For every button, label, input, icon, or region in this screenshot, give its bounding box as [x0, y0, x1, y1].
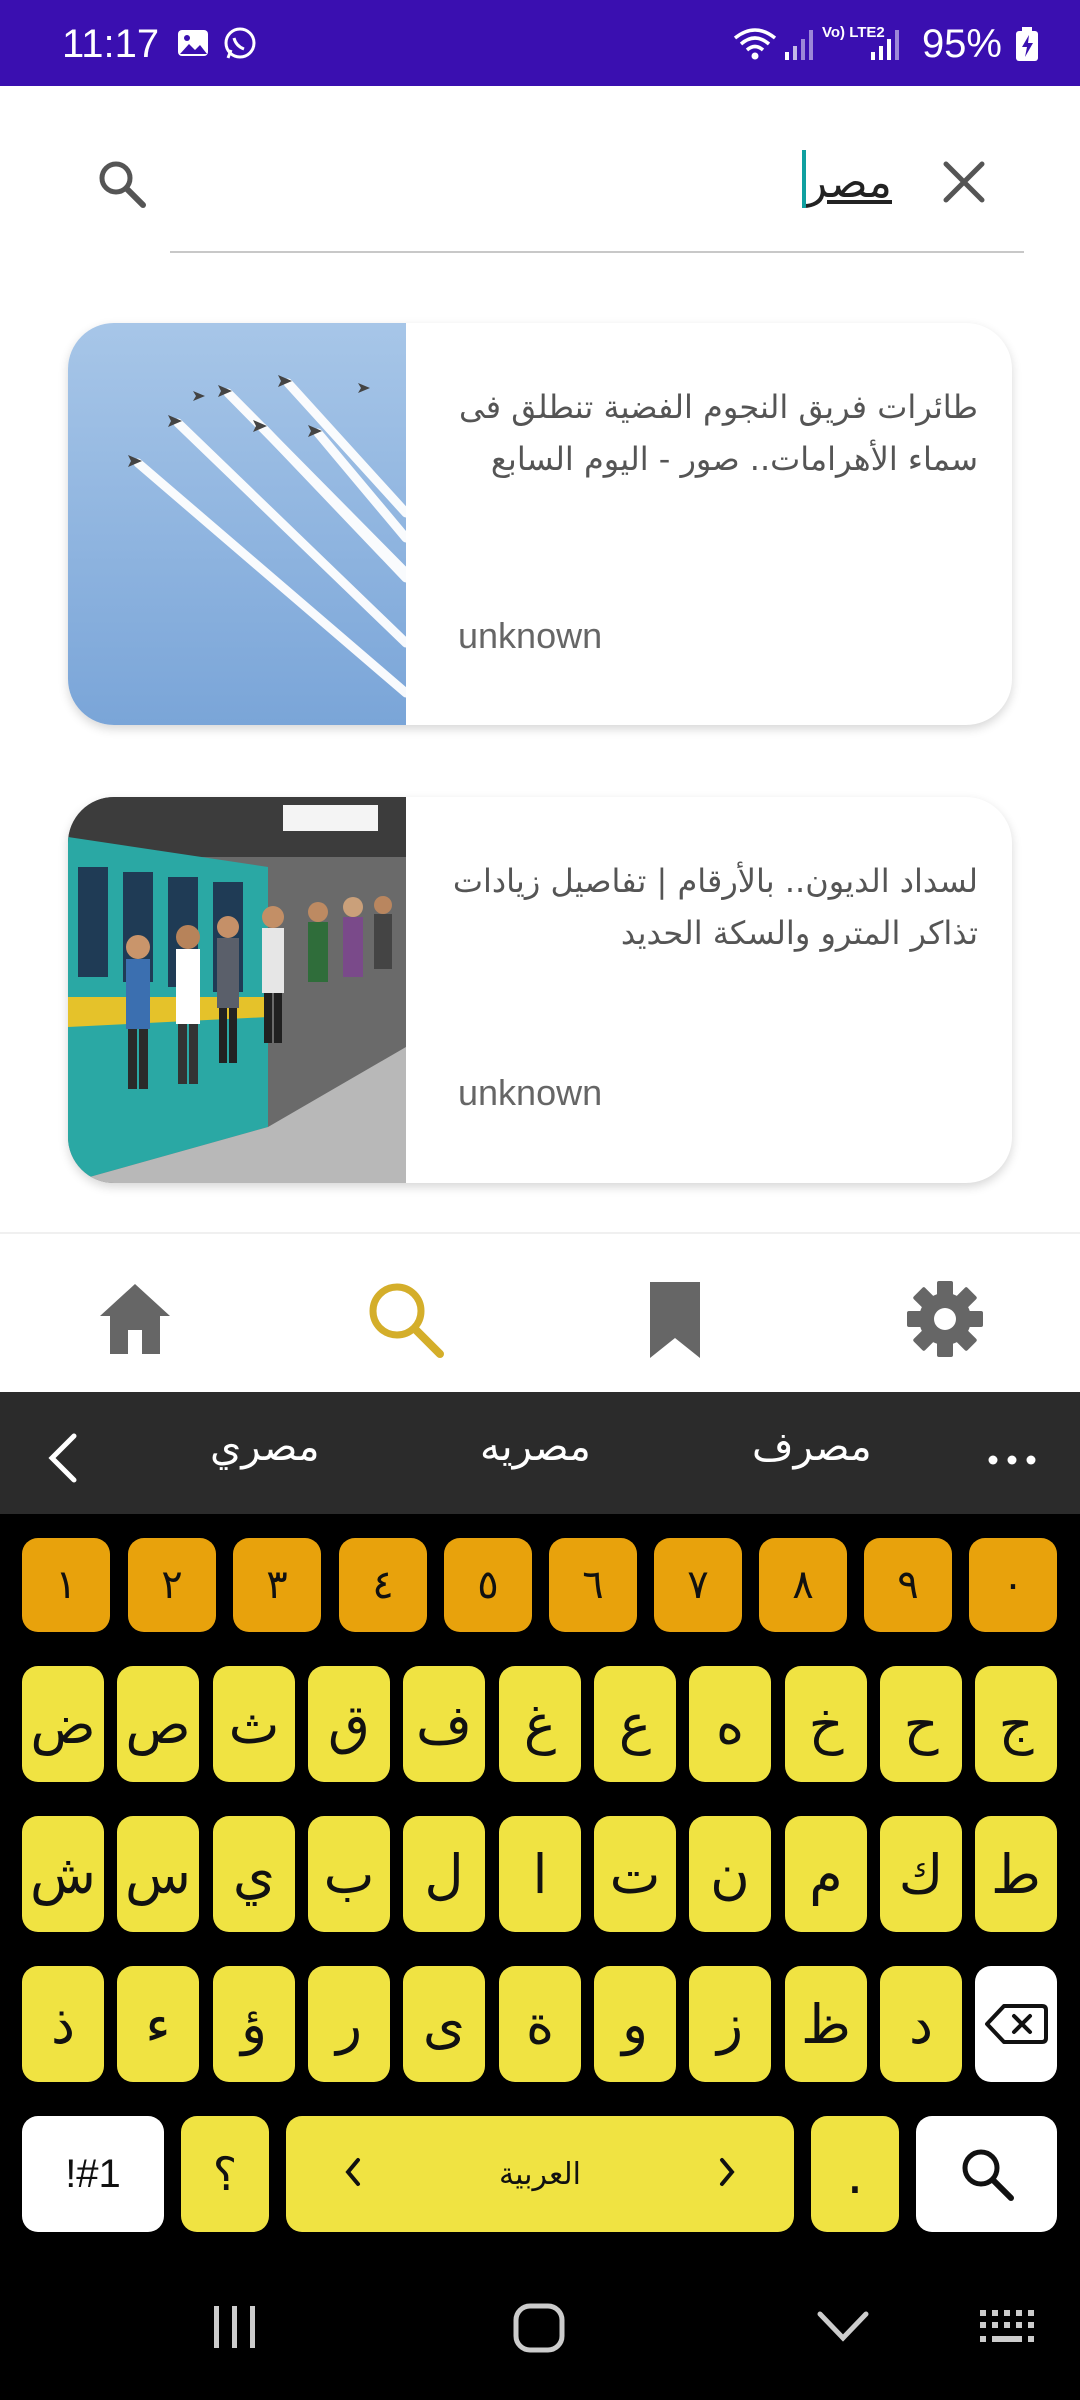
more-options-icon[interactable] — [988, 1450, 1036, 1469]
bottom-navigation — [0, 1232, 1080, 1394]
letter-key[interactable]: ا — [499, 1816, 581, 1932]
letter-key[interactable]: ء — [117, 1966, 199, 2082]
search-icon[interactable] — [916, 2116, 1057, 2232]
battery-charging-icon — [1014, 26, 1040, 66]
letter-key[interactable]: خ — [785, 1666, 867, 1782]
space-bar[interactable]: العربية — [286, 2116, 794, 2232]
chevron-left-icon — [342, 2152, 364, 2200]
battery-percent: 95% — [921, 22, 1002, 66]
letter-key[interactable]: غ — [499, 1666, 581, 1782]
key-3[interactable]: ٣ — [233, 1538, 321, 1632]
system-navigation-bar — [0, 2252, 1080, 2400]
question-key[interactable]: ؟ — [181, 2116, 269, 2232]
letter-key[interactable]: ل — [403, 1816, 485, 1932]
home-nav-icon[interactable] — [512, 2302, 566, 2358]
letter-key[interactable]: ي — [213, 1816, 295, 1932]
chevron-right-icon — [716, 2152, 738, 2200]
close-icon[interactable] — [940, 158, 988, 210]
jets-sky-image — [68, 323, 406, 725]
key-6[interactable]: ٦ — [549, 1538, 637, 1632]
letter-key[interactable]: ب — [308, 1816, 390, 1932]
letter-key[interactable]: ظ — [785, 1966, 867, 2082]
letter-key[interactable]: ز — [689, 1966, 771, 2082]
suggestion-bar: مصري مصريه مصرف — [0, 1392, 1080, 1514]
home-icon[interactable] — [90, 1274, 180, 1364]
wifi-icon — [732, 26, 778, 66]
search-underline — [170, 251, 1024, 253]
search-input[interactable] — [170, 146, 894, 218]
search-icon[interactable] — [96, 158, 148, 214]
keyboard: مصري مصريه مصرف ١ ٢ ٣ ٤ ٥ ٦ ٧ ٨ ٩ ٠ ض ص … — [0, 1392, 1080, 2252]
suggestion-word[interactable]: مصري — [210, 1424, 320, 1470]
gear-icon[interactable] — [900, 1274, 990, 1364]
result-title: طائرات فريق النجوم الفضية تنطلق فى سماء … — [459, 388, 978, 478]
letter-key[interactable]: ج — [975, 1666, 1057, 1782]
letter-key[interactable]: ى — [403, 1966, 485, 2082]
letter-key[interactable]: ص — [117, 1666, 199, 1782]
key-0[interactable]: ٠ — [969, 1538, 1057, 1632]
key-5[interactable]: ٥ — [444, 1538, 532, 1632]
gallery-icon — [176, 26, 210, 64]
letter-key[interactable]: م — [785, 1816, 867, 1932]
text-cursor — [802, 150, 806, 208]
letter-key[interactable]: ؤ — [213, 1966, 295, 2082]
status-time: 11:17 — [62, 22, 160, 66]
letter-key[interactable]: ث — [213, 1666, 295, 1782]
key-1[interactable]: ١ — [22, 1538, 110, 1632]
letter-key[interactable]: ع — [594, 1666, 676, 1782]
result-title: لسداد الديون.. بالأرقام | تفاصيل زيادات … — [452, 862, 978, 952]
letter-key[interactable]: ة — [499, 1966, 581, 2082]
letter-key[interactable]: ه — [689, 1666, 771, 1782]
key-8[interactable]: ٨ — [759, 1538, 847, 1632]
letter-key[interactable]: ش — [22, 1816, 104, 1932]
letter-key[interactable]: د — [880, 1966, 962, 2082]
letter-key[interactable]: ق — [308, 1666, 390, 1782]
letter-key[interactable]: ح — [880, 1666, 962, 1782]
key-2[interactable]: ٢ — [128, 1538, 216, 1632]
letter-key[interactable]: س — [117, 1816, 199, 1932]
chevron-left-icon[interactable] — [44, 1430, 84, 1490]
letter-key[interactable]: ن — [689, 1816, 771, 1932]
signal-icon — [784, 26, 814, 66]
status-bar: 11:17 Vo) LTE2 95% — [0, 0, 1080, 86]
letter-key[interactable]: ط — [975, 1816, 1057, 1932]
letter-key[interactable]: ك — [880, 1816, 962, 1932]
letter-key[interactable]: و — [594, 1966, 676, 2082]
recent-apps-icon[interactable] — [210, 2304, 260, 2354]
key-9[interactable]: ٩ — [864, 1538, 952, 1632]
letter-key[interactable]: ف — [403, 1666, 485, 1782]
chevron-down-icon[interactable] — [816, 2310, 870, 2348]
letter-key[interactable]: ر — [308, 1966, 390, 2082]
backspace-icon[interactable] — [975, 1966, 1057, 2082]
key-7[interactable]: ٧ — [654, 1538, 742, 1632]
letter-key[interactable]: ت — [594, 1816, 676, 1932]
search-icon[interactable] — [360, 1274, 450, 1364]
key-4[interactable]: ٤ — [339, 1538, 427, 1632]
result-source: unknown — [458, 1072, 603, 1113]
result-card[interactable]: لسداد الديون.. بالأرقام | تفاصيل زيادات … — [68, 797, 1012, 1183]
signal-icon — [870, 26, 900, 66]
keyboard-icon[interactable] — [978, 2308, 1038, 2352]
symbols-key[interactable]: !#1 — [22, 2116, 164, 2232]
result-card[interactable]: طائرات فريق النجوم الفضية تنطلق فى سماء … — [68, 323, 1012, 725]
bookmark-icon[interactable] — [630, 1274, 720, 1364]
suggestion-word[interactable]: مصريه — [480, 1424, 591, 1470]
whatsapp-icon — [222, 26, 258, 66]
search-bar — [0, 86, 1080, 276]
result-source: unknown — [458, 615, 603, 656]
space-bar-label: العربية — [499, 2156, 581, 2192]
metro-platform-image — [68, 797, 406, 1183]
letter-key[interactable]: ض — [22, 1666, 104, 1782]
letter-key[interactable]: ذ — [22, 1966, 104, 2082]
period-key[interactable]: . — [811, 2116, 899, 2232]
suggestion-word[interactable]: مصرف — [752, 1424, 872, 1470]
